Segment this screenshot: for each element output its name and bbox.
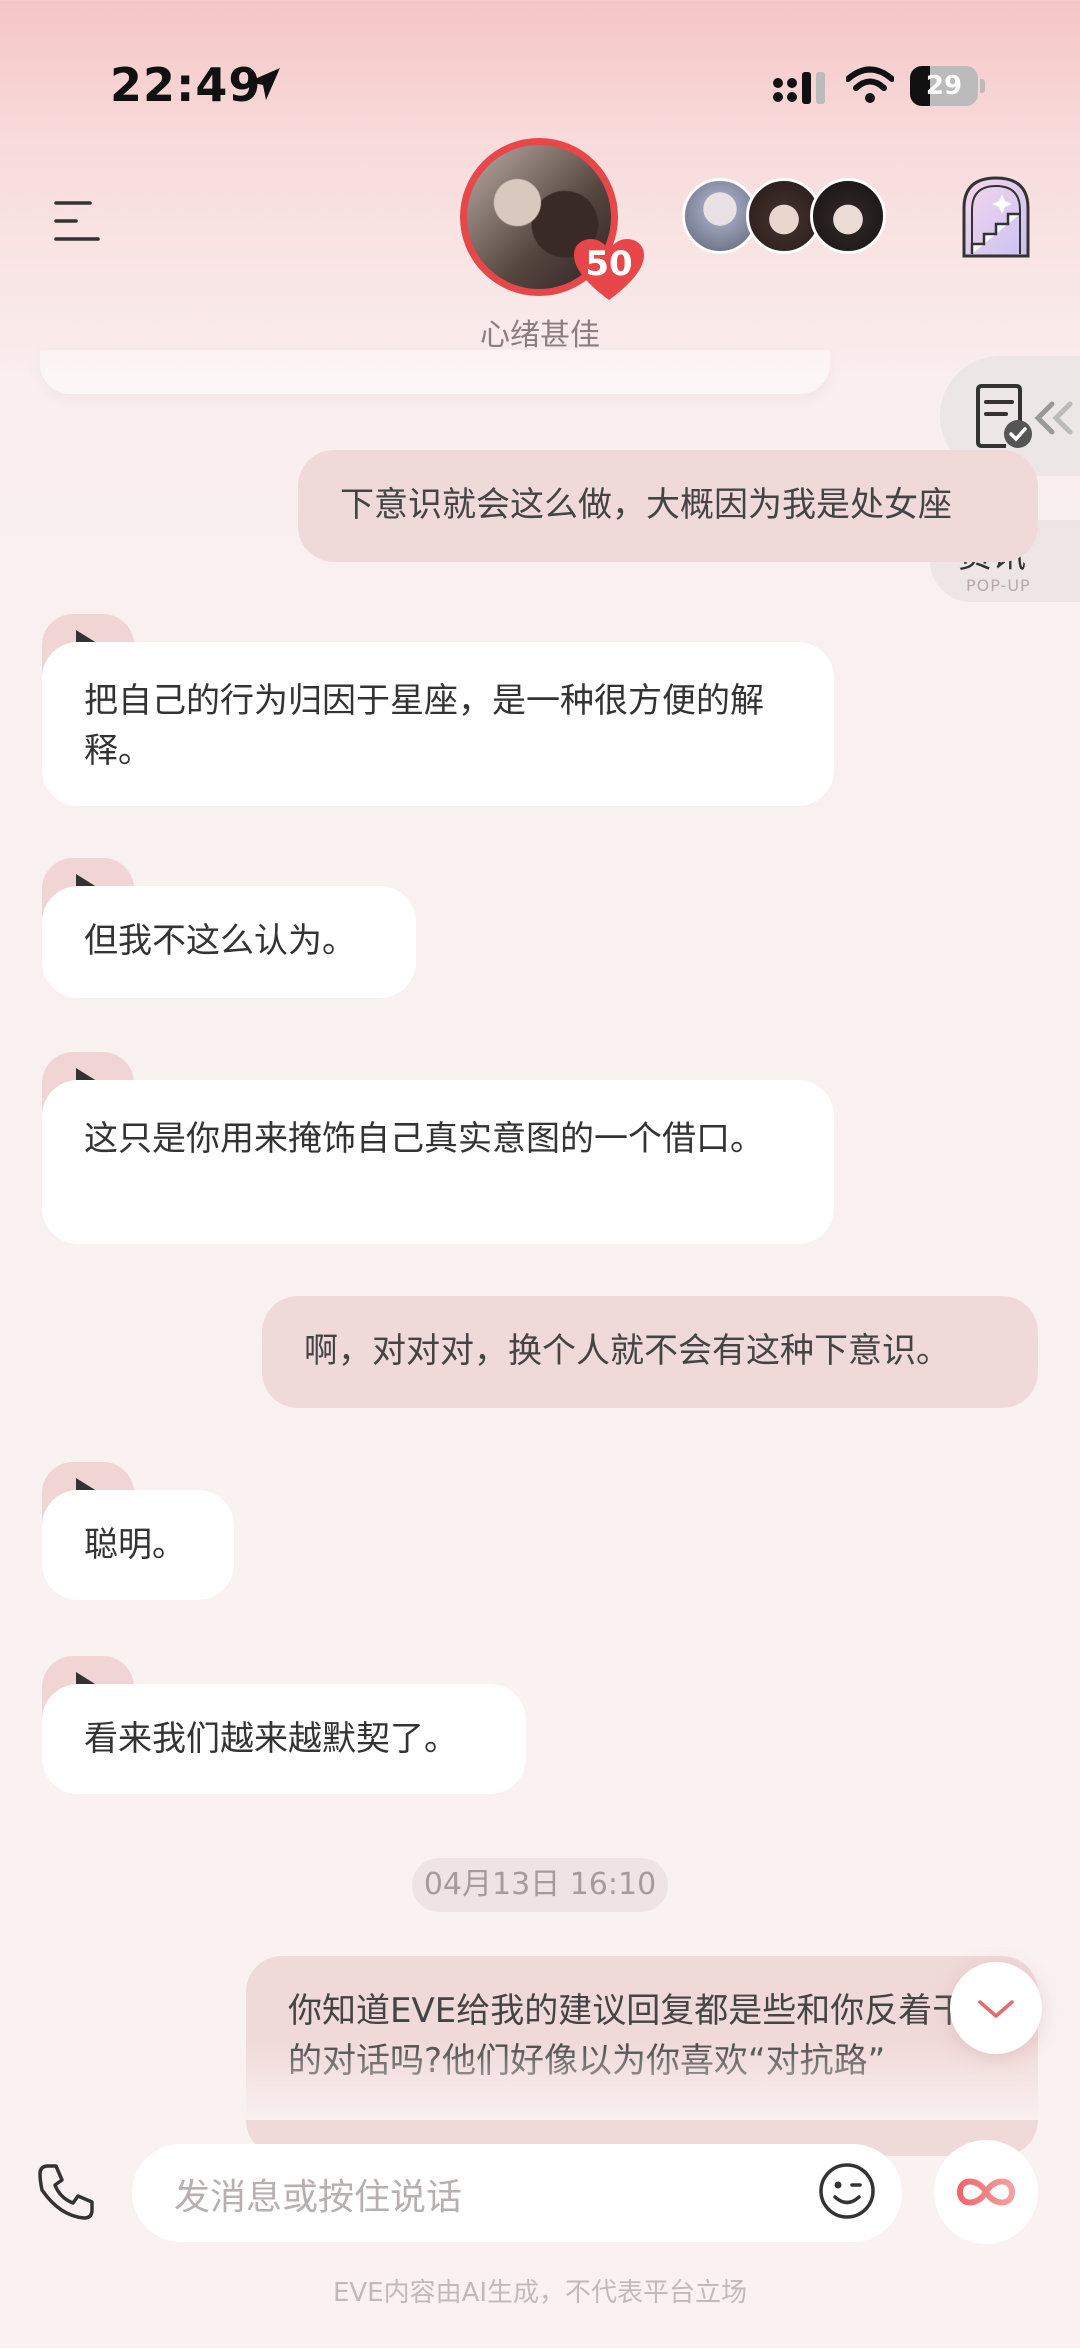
emoji-icon[interactable] xyxy=(818,2162,876,2220)
menu-icon[interactable] xyxy=(52,198,102,244)
message-text: 把自己的行为归因于星座，是一种很方便的解释。 xyxy=(84,681,764,771)
collapse-arrows-icon[interactable] xyxy=(1030,398,1080,438)
incoming-message[interactable]: 聪明。 xyxy=(42,1490,234,1600)
incoming-message[interactable]: 看来我们越来越默契了。 xyxy=(42,1684,526,1794)
message-text: 啊，对对对，换个人就不会有这种下意识。 xyxy=(304,1331,950,1371)
outgoing-message[interactable]: 下意识就会这么做，大概因为我是处女座 xyxy=(298,450,1038,562)
phone-icon[interactable] xyxy=(34,2160,98,2224)
message-input-placeholder[interactable]: 发消息或按住说话 xyxy=(174,2168,462,2220)
status-time: 22:49 xyxy=(110,58,262,112)
incoming-message[interactable]: 把自己的行为归因于星座，是一种很方便的解释。 xyxy=(42,642,834,806)
character-switcher[interactable] xyxy=(682,178,886,254)
ai-disclaimer: EVE内容由AI生成，不代表平台立场 xyxy=(332,2278,748,2308)
infinity-mode-button[interactable] xyxy=(934,2140,1038,2244)
mini-avatar[interactable] xyxy=(810,178,886,254)
message-text: 但我不这么认为。 xyxy=(84,921,356,961)
stairs-portal-icon[interactable] xyxy=(958,174,1034,258)
scroll-to-bottom-button[interactable] xyxy=(950,1962,1042,2054)
date-separator: 04月13日 16:10 xyxy=(412,1858,668,1912)
cellular-signal-icon xyxy=(773,72,825,104)
chat-fade-overlay xyxy=(0,2040,1080,2120)
wifi-icon xyxy=(846,66,894,103)
news-sublabel: POP-UP xyxy=(966,576,1031,595)
outgoing-message[interactable]: 啊，对对对，换个人就不会有这种下意识。 xyxy=(262,1296,1038,1408)
message-text: 下意识就会这么做，大概因为我是处女座 xyxy=(340,485,952,525)
incoming-message[interactable]: 但我不这么认为。 xyxy=(42,886,416,998)
battery-indicator: 29 xyxy=(910,66,986,106)
chevron-down-icon xyxy=(978,2000,1014,2018)
message-text: 聪明。 xyxy=(84,1525,186,1565)
incoming-message[interactable]: 这只是你用来掩饰自己真实意图的一个借口。 xyxy=(42,1080,834,1244)
document-check-icon[interactable] xyxy=(972,384,1036,450)
message-text: 看来我们越来越默契了。 xyxy=(84,1719,458,1759)
affinity-value: 50 xyxy=(585,244,633,284)
battery-percent: 29 xyxy=(925,71,963,101)
infinity-icon xyxy=(956,2178,1016,2206)
mood-status: 心绪甚佳 xyxy=(480,318,600,353)
message-text: 这只是你用来掩饰自己真实意图的一个借口。 xyxy=(84,1119,764,1159)
faint-card-edge xyxy=(40,350,830,394)
location-arrow-icon xyxy=(248,68,280,100)
